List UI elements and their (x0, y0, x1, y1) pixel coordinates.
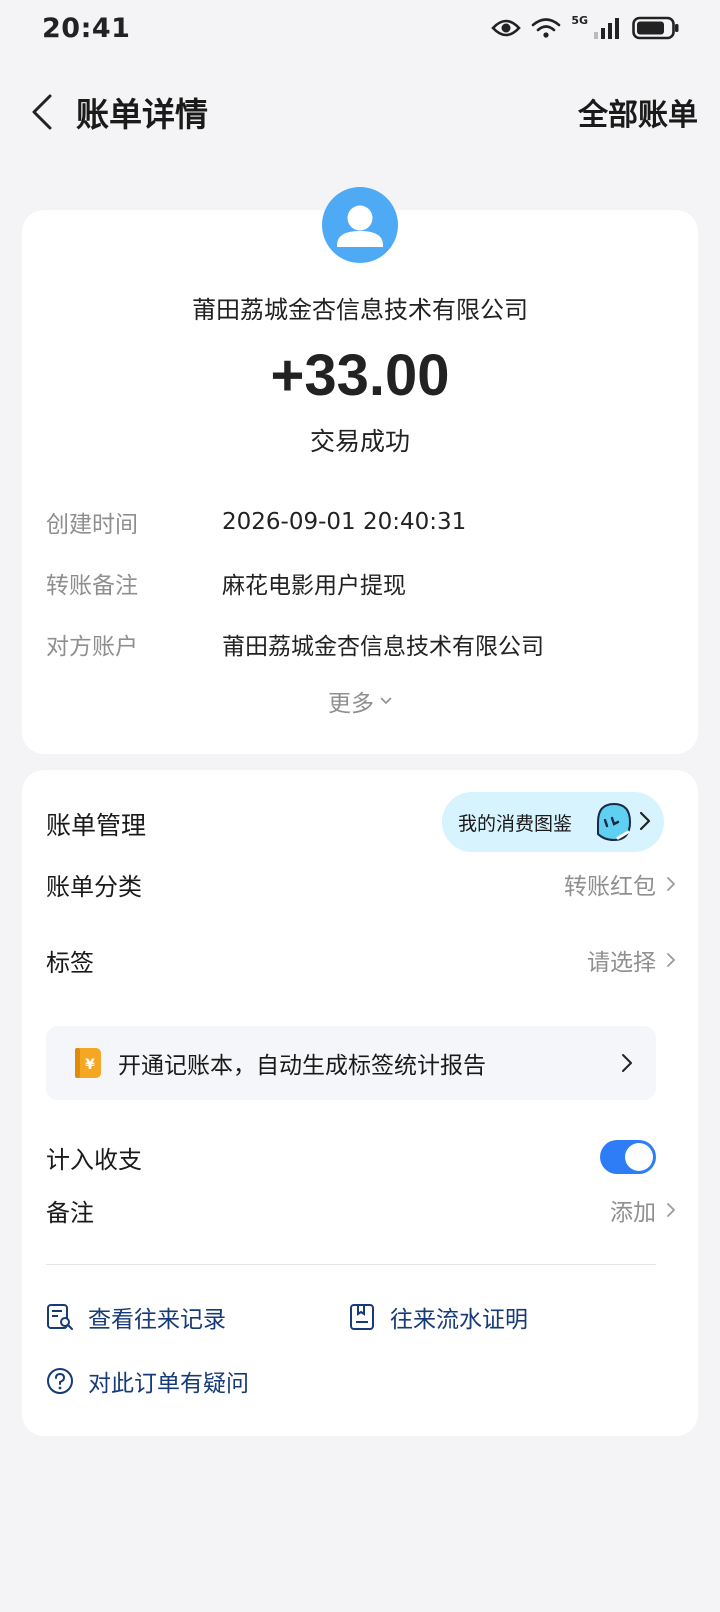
chevron-right-icon (667, 953, 675, 967)
detail-label: 转账备注 (46, 573, 138, 599)
tag-label: 标签 (46, 948, 94, 977)
user-icon (337, 205, 383, 247)
ledger-badge-text: ¥ (85, 1057, 95, 1073)
flow-proof-label: 往来流水证明 (390, 1307, 528, 1333)
bill-management-card: 账单管理 我的消费图鉴 账单分类 转账红包 标签 请选择 ¥ 开通记账本，自动生… (22, 770, 698, 1436)
record-search-icon (47, 1304, 73, 1330)
income-row: 计入收支 (46, 1137, 676, 1177)
chevron-right-icon (639, 811, 651, 831)
avatar (322, 187, 398, 263)
tag-value: 请选择 (587, 950, 656, 976)
detail-row-created-time: 创建时间 2026-09-01 20:40:31 (46, 504, 676, 540)
header: 账单详情 全部账单 (0, 80, 720, 144)
note-label: 备注 (46, 1198, 94, 1227)
note-row[interactable]: 备注 添加 (46, 1190, 676, 1230)
bill-summary-card: 莆田荔城金杏信息技术有限公司 +33.00 交易成功 创建时间 2026-09-… (22, 210, 698, 754)
chevron-right-icon (667, 1203, 675, 1217)
question-icon (47, 1368, 73, 1394)
mascot-icon (597, 802, 632, 842)
income-label: 计入收支 (46, 1145, 142, 1174)
eye-icon (491, 19, 522, 37)
document-icon (350, 1304, 374, 1330)
battery-icon (632, 16, 679, 40)
status-time: 20:41 (42, 12, 131, 44)
chevron-right-icon (622, 1054, 632, 1072)
consume-gallery-button[interactable]: 我的消费图鉴 (442, 792, 664, 852)
chevron-down-icon (380, 697, 392, 705)
amount: +33.00 (270, 343, 450, 408)
back-arrow-icon (32, 94, 52, 130)
income-toggle[interactable] (600, 1140, 656, 1174)
trade-status: 交易成功 (309, 427, 410, 456)
status-bar: 20:41 5G (0, 0, 720, 56)
view-records-label: 查看往来记录 (88, 1307, 226, 1333)
section-title: 账单管理 (46, 811, 147, 840)
signal-icon (594, 18, 619, 39)
back-button[interactable] (22, 92, 62, 132)
tag-row[interactable]: 标签 请选择 (46, 940, 676, 980)
ledger-badge-icon: ¥ (75, 1048, 101, 1078)
more-button[interactable]: 更多 (22, 684, 698, 718)
chevron-right-icon (667, 877, 675, 891)
toggle-knob (625, 1143, 653, 1171)
wifi-icon (532, 18, 561, 38)
bill-category-label: 账单分类 (46, 872, 142, 901)
detail-label: 对方账户 (46, 634, 138, 660)
page-title: 账单详情 (76, 95, 208, 134)
detail-row-counterparty: 对方账户 莆田荔城金杏信息技术有限公司 (46, 626, 676, 662)
divider (46, 1264, 656, 1265)
merchant-name: 莆田荔城金杏信息技术有限公司 (192, 296, 528, 324)
more-label: 更多 (328, 691, 374, 717)
detail-value: 麻花电影用户提现 (222, 573, 406, 599)
ledger-banner-text: 开通记账本，自动生成标签统计报告 (118, 1053, 486, 1079)
detail-row-transfer-note: 转账备注 麻花电影用户提现 (46, 565, 676, 601)
note-value: 添加 (610, 1200, 656, 1226)
detail-label: 创建时间 (46, 512, 138, 538)
all-bills-link[interactable]: 全部账单 (578, 90, 698, 134)
order-question-label: 对此订单有疑问 (88, 1371, 249, 1397)
flow-proof-link[interactable]: 往来流水证明 (348, 1300, 528, 1334)
bill-category-value: 转账红包 (564, 874, 656, 900)
detail-value: 莆田荔城金杏信息技术有限公司 (222, 634, 544, 660)
bill-category-row[interactable]: 账单分类 转账红包 (46, 864, 676, 904)
status-icons: 5G (491, 13, 680, 40)
consume-gallery-label: 我的消费图鉴 (458, 812, 573, 835)
detail-value: 2026-09-01 20:40:31 (222, 509, 467, 535)
ledger-banner[interactable]: ¥ 开通记账本，自动生成标签统计报告 (46, 1026, 656, 1100)
network-label: 5G (571, 13, 588, 27)
order-question-link[interactable]: 对此订单有疑问 (46, 1364, 249, 1398)
view-records-link[interactable]: 查看往来记录 (46, 1300, 226, 1334)
